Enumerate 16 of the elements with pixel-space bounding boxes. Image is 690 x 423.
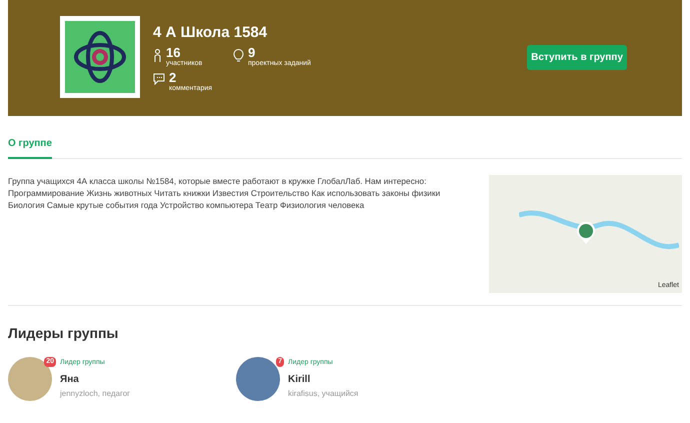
- comment-icon: [153, 73, 165, 86]
- section-title: Лидеры группы: [8, 324, 120, 343]
- map-pin-icon: [576, 222, 596, 244]
- person-icon: [153, 49, 162, 63]
- leader-subtitle: jennyzloch, педагог: [60, 388, 130, 400]
- leader-subtitle: kirafisus, учащийся: [288, 388, 358, 400]
- stat-value: 2: [169, 71, 178, 85]
- stat-value: 9: [248, 46, 256, 60]
- group-title: 4 А Школа 1584: [153, 24, 268, 42]
- avatar[interactable]: [236, 357, 280, 401]
- group-description: Группа учащихся 4А класса школы №1584, которые вместе работают в кружке ГлобалЛаб. Нам интересно: Программирование Жизнь животных Читать книжки Известия Строительство Как использовать законы физики Биология Самые крутые события года Устройство компьютера Театр Физиология человека: [8, 175, 442, 212]
- leader-name[interactable]: Kirill: [288, 372, 358, 387]
- leader-name[interactable]: Яна: [60, 372, 130, 387]
- avatar[interactable]: [8, 357, 52, 401]
- stat-value: 16: [166, 46, 182, 60]
- lightbulb-icon: [233, 49, 244, 63]
